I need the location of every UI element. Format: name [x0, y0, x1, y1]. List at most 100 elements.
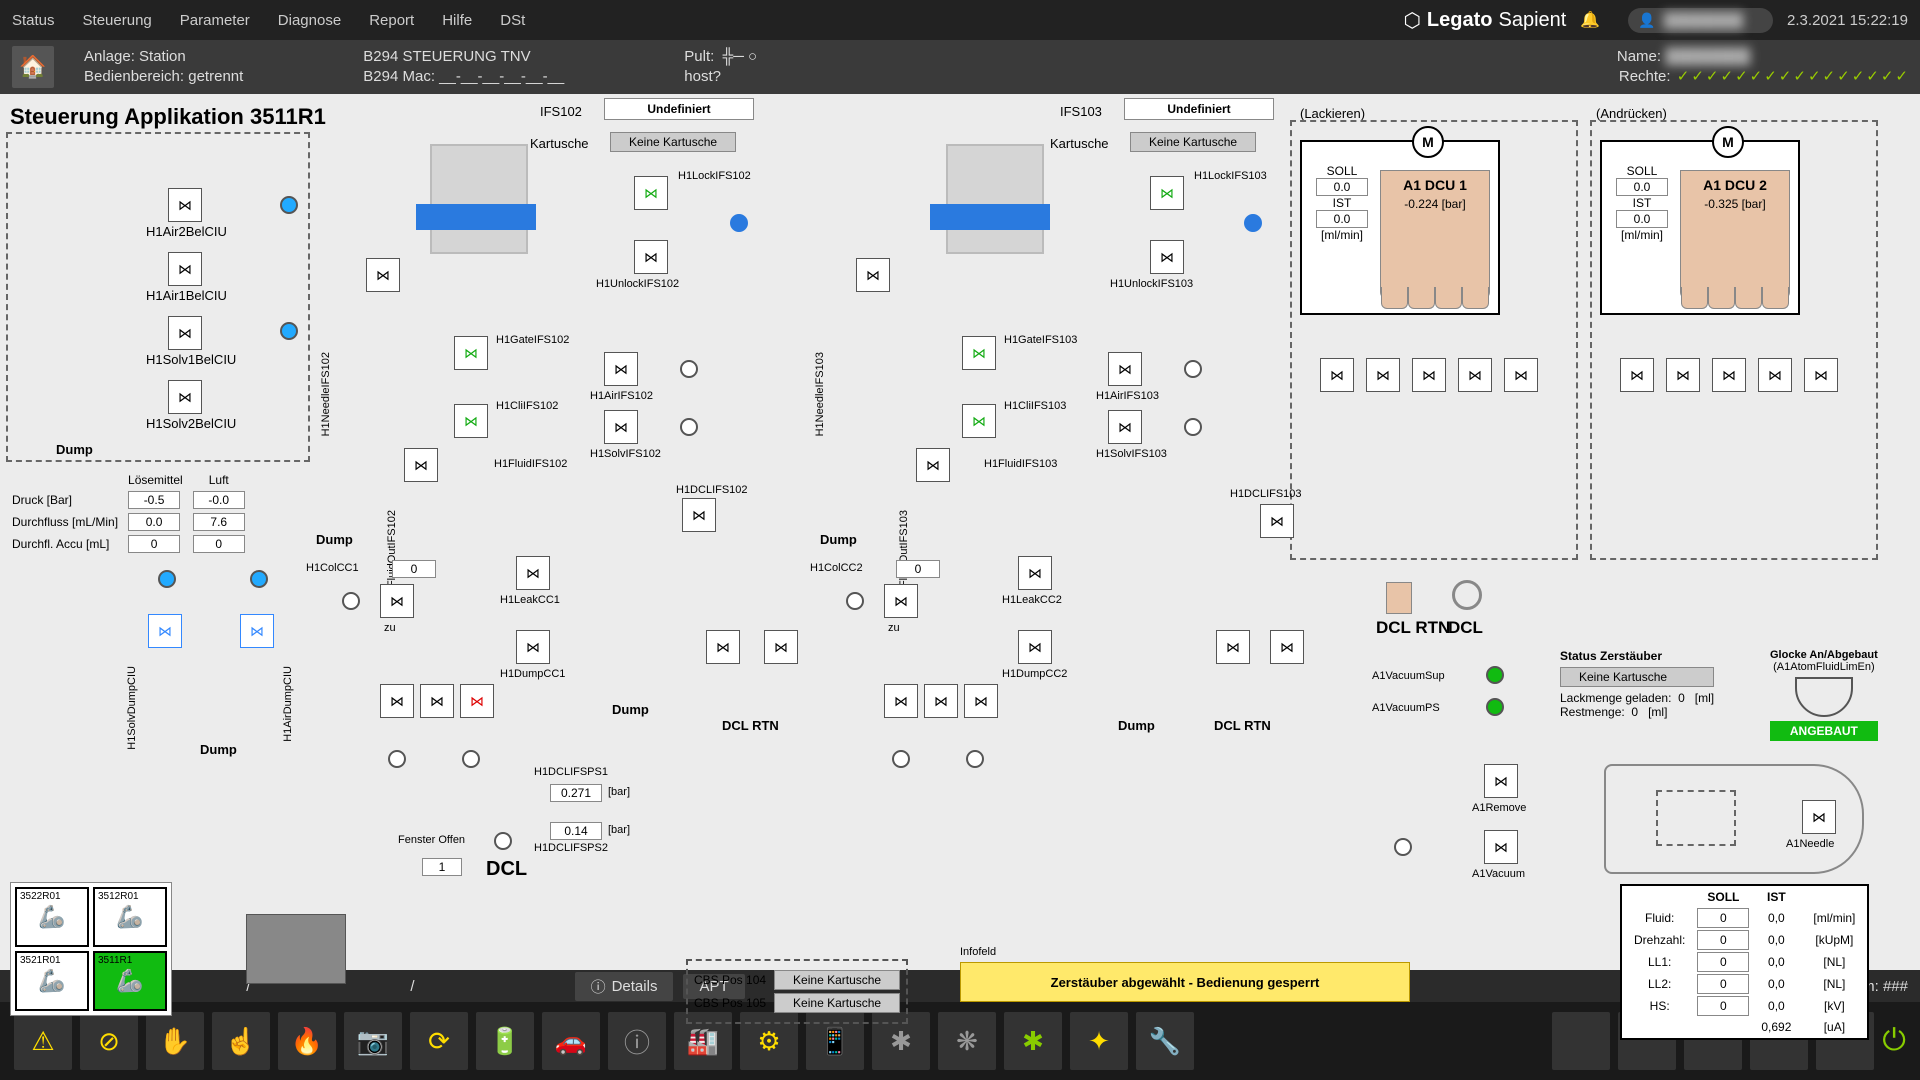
- user-pill[interactable]: ████████: [1628, 8, 1773, 33]
- valve-icon[interactable]: ⋈: [168, 188, 202, 222]
- valve-icon[interactable]: ⋈: [460, 684, 494, 718]
- valve-icon[interactable]: ⋈: [168, 380, 202, 414]
- valve-icon[interactable]: ⋈: [380, 684, 414, 718]
- valve-a1needle[interactable]: ⋈: [1802, 800, 1836, 834]
- camera-icon[interactable]: 📷: [344, 1012, 402, 1070]
- robot-3522r01[interactable]: 3522R01🦾: [15, 887, 89, 947]
- warning-icon[interactable]: ⚠: [14, 1012, 72, 1070]
- valve-solv102[interactable]: ⋈: [604, 410, 638, 444]
- valve-air102[interactable]: ⋈: [604, 352, 638, 386]
- fire-icon[interactable]: 🔥: [278, 1012, 336, 1070]
- spray-icon[interactable]: ✦: [1070, 1012, 1128, 1070]
- fluid-soll[interactable]: 0: [1697, 908, 1749, 928]
- valve-h1lock103[interactable]: ⋈: [1150, 176, 1184, 210]
- valve-h1lock102[interactable]: ⋈: [634, 176, 668, 210]
- valve-air103[interactable]: ⋈: [1108, 352, 1142, 386]
- fenster-val[interactable]: 1: [422, 858, 462, 876]
- valve-label: A1Vacuum: [1472, 868, 1525, 880]
- power-icon[interactable]: ⏻: [1882, 1024, 1906, 1058]
- valve-icon[interactable]: ⋈: [884, 684, 918, 718]
- valve-icon[interactable]: ⋈: [1366, 358, 1400, 392]
- valve-icon[interactable]: ⋈: [240, 614, 274, 648]
- ll1-soll[interactable]: 0: [1697, 952, 1749, 972]
- valve-gate103[interactable]: ⋈: [962, 336, 996, 370]
- valve-icon[interactable]: ⋈: [148, 614, 182, 648]
- slot[interactable]: [1552, 1012, 1610, 1070]
- valve-icon[interactable]: ⋈: [404, 448, 438, 482]
- valve-icon[interactable]: ⋈: [884, 584, 918, 618]
- valve-a1remove[interactable]: ⋈: [1484, 764, 1518, 798]
- valve-icon[interactable]: ⋈: [380, 584, 414, 618]
- details-button[interactable]: ⓘDetails: [575, 972, 674, 1001]
- hs-soll[interactable]: 0: [1697, 996, 1749, 1016]
- valve-icon[interactable]: ⋈: [168, 316, 202, 350]
- valve-solv103[interactable]: ⋈: [1108, 410, 1142, 444]
- valve-icon[interactable]: ⋈: [1666, 358, 1700, 392]
- valve-icon[interactable]: ⋈: [764, 630, 798, 664]
- fan2-icon[interactable]: ❋: [938, 1012, 996, 1070]
- valve-icon[interactable]: ⋈: [1270, 630, 1304, 664]
- valve-icon[interactable]: ⋈: [366, 258, 400, 292]
- valve-cli102[interactable]: ⋈: [454, 404, 488, 438]
- hand-icon[interactable]: ✋: [146, 1012, 204, 1070]
- valve-icon[interactable]: ⋈: [924, 684, 958, 718]
- valve-dcl103[interactable]: ⋈: [1260, 504, 1294, 538]
- menu-dst[interactable]: DSt: [500, 12, 525, 29]
- drehzahl-soll[interactable]: 0: [1697, 930, 1749, 950]
- valve-dcl102[interactable]: ⋈: [682, 498, 716, 532]
- valve-icon[interactable]: ⋈: [916, 448, 950, 482]
- ll2-soll[interactable]: 0: [1697, 974, 1749, 994]
- valve-icon[interactable]: ⋈: [168, 252, 202, 286]
- battery-icon[interactable]: 🔋: [476, 1012, 534, 1070]
- home-button[interactable]: 🏠: [12, 46, 54, 88]
- valve-cli103[interactable]: ⋈: [962, 404, 996, 438]
- finger-icon[interactable]: ☝: [212, 1012, 270, 1070]
- valve-a1vacuum[interactable]: ⋈: [1484, 830, 1518, 864]
- valve-icon[interactable]: ⋈: [1712, 358, 1746, 392]
- robot-3521r01[interactable]: 3521R01🦾: [15, 951, 89, 1011]
- valve-icon[interactable]: ⋈: [1320, 358, 1354, 392]
- robot-thumbnails: 3522R01🦾 3512R01🦾 3521R01🦾 3511R1🦾: [10, 882, 172, 1016]
- valve-dumpcc1[interactable]: ⋈: [516, 630, 550, 664]
- robot-3512r01[interactable]: 3512R01🦾: [93, 887, 167, 947]
- valve-icon[interactable]: ⋈: [1758, 358, 1792, 392]
- wrench-icon[interactable]: 🔧: [1136, 1012, 1194, 1070]
- stop-icon[interactable]: ⊘: [80, 1012, 138, 1070]
- valve-h1unlock103[interactable]: ⋈: [1150, 240, 1184, 274]
- menu-status[interactable]: Status: [12, 12, 55, 29]
- valve-icon[interactable]: ⋈: [856, 258, 890, 292]
- valve-icon[interactable]: ⋈: [1620, 358, 1654, 392]
- valve-icon[interactable]: ⋈: [706, 630, 740, 664]
- refresh-icon[interactable]: ⟳: [410, 1012, 468, 1070]
- valve-leakcc2[interactable]: ⋈: [1018, 556, 1052, 590]
- valve-label: H1Solv2BelCIU: [146, 416, 236, 431]
- unit: [bar]: [608, 824, 630, 836]
- info-icon[interactable]: ⓘ: [608, 1012, 666, 1070]
- valve-icon[interactable]: ⋈: [1504, 358, 1538, 392]
- bell-icon[interactable]: 🔔: [1580, 10, 1600, 30]
- valve-icon[interactable]: ⋈: [1412, 358, 1446, 392]
- motor-icon: M: [1712, 126, 1744, 158]
- valve-label: H1NeedleIFS103: [814, 352, 826, 436]
- menu-diagnose[interactable]: Diagnose: [278, 12, 341, 29]
- valve-h1unlock102[interactable]: ⋈: [634, 240, 668, 274]
- car-icon[interactable]: 🚗: [542, 1012, 600, 1070]
- valve-icon[interactable]: ⋈: [420, 684, 454, 718]
- valve-label: H1AirIFS102: [590, 390, 653, 402]
- ifs103-state: Undefiniert: [1124, 98, 1274, 120]
- menu-report[interactable]: Report: [369, 12, 414, 29]
- valve-leakcc1[interactable]: ⋈: [516, 556, 550, 590]
- menu-steuerung[interactable]: Steuerung: [83, 12, 152, 29]
- valve-dumpcc2[interactable]: ⋈: [1018, 630, 1052, 664]
- fan3-icon[interactable]: ✱: [1004, 1012, 1062, 1070]
- valve-icon[interactable]: ⋈: [964, 684, 998, 718]
- valve-gate102[interactable]: ⋈: [454, 336, 488, 370]
- valve-icon[interactable]: ⋈: [1804, 358, 1838, 392]
- menu-hilfe[interactable]: Hilfe: [442, 12, 472, 29]
- valve-icon[interactable]: ⋈: [1458, 358, 1492, 392]
- valve-icon[interactable]: ⋈: [1216, 630, 1250, 664]
- robot-3511r1[interactable]: 3511R1🦾: [93, 951, 167, 1011]
- dcu1-soll[interactable]: 0.0: [1316, 178, 1368, 196]
- dcu2-soll[interactable]: 0.0: [1616, 178, 1668, 196]
- menu-parameter[interactable]: Parameter: [180, 12, 250, 29]
